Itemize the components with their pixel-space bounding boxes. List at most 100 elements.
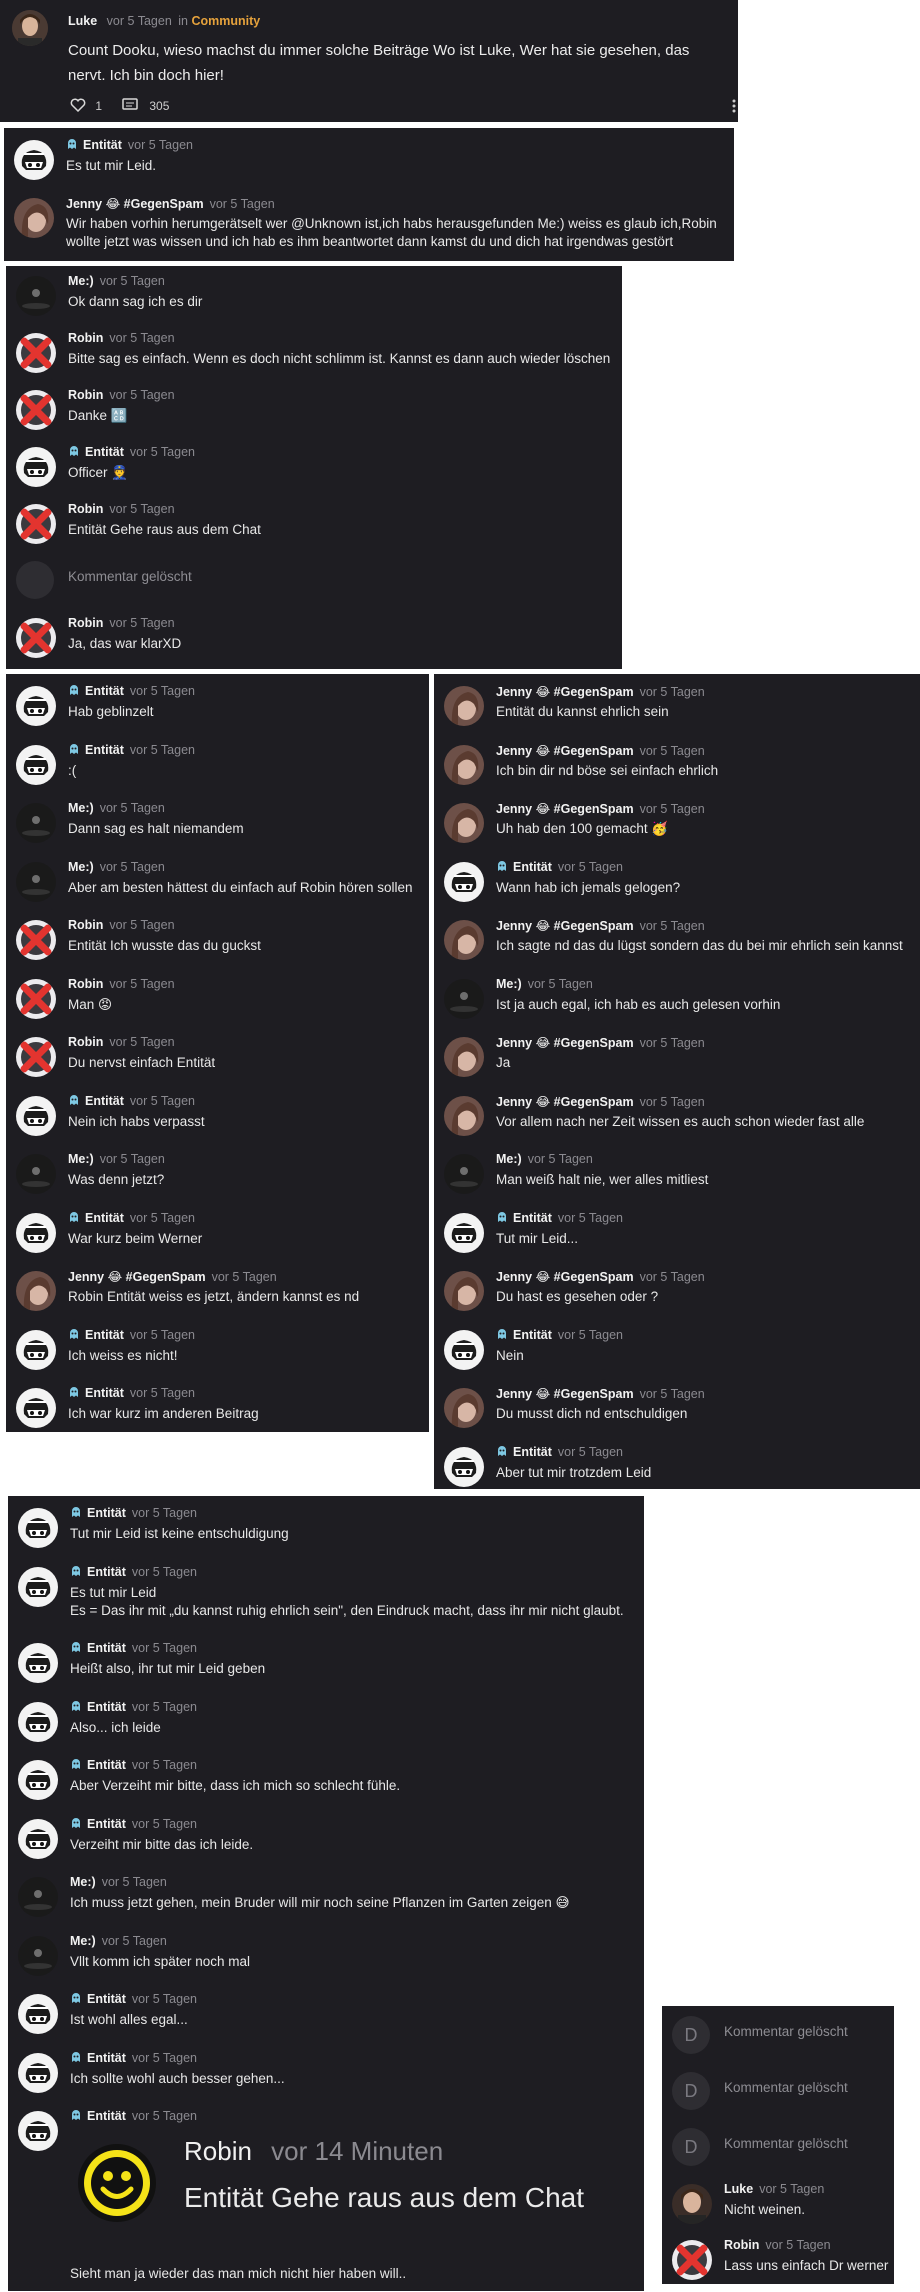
comment-author[interactable]: Robin <box>68 918 103 932</box>
comment[interactable]: Robin vor 5 Tagen Ja, das war klarXD <box>6 614 622 671</box>
comment-author[interactable]: Robin <box>68 502 103 516</box>
comment[interactable]: Entität vor 5 Tagen Wann hab ich jemals ge… <box>434 858 920 917</box>
avatar-me[interactable] <box>16 861 56 902</box>
comment[interactable]: Jenny 😂 #GegenSpam vor 5 Tagen Du musst di… <box>434 1384 920 1443</box>
comment-author[interactable]: Entität <box>85 684 124 698</box>
avatar-entitaet[interactable] <box>16 686 56 726</box>
comment[interactable]: Entität vor 5 Tagen Heißt also, ihr tut mi… <box>8 1639 644 1698</box>
avatar-jenny[interactable] <box>16 1271 56 1311</box>
comment[interactable]: Entität vor 5 Tagen Ist wohl alles egal... <box>8 1990 644 2049</box>
avatar-entitaet[interactable] <box>18 1701 58 1742</box>
comment[interactable]: Luke vor 5 Tagen Nicht weinen. <box>662 2180 894 2236</box>
comment[interactable]: Entität vor 5 Tagen <box>8 2107 644 2166</box>
avatar-entitaet[interactable] <box>18 1818 58 1859</box>
comment-author[interactable]: Robin <box>68 1035 103 1049</box>
avatar-entitaet[interactable] <box>444 1446 484 1487</box>
comment[interactable]: Entität vor 5 Tagen War kurz beim Werner <box>6 1209 429 1268</box>
comment[interactable]: Robin vor 5 Tagen Entität Ich wusste das d… <box>6 916 429 975</box>
comment[interactable]: Jenny 😂 #GegenSpam vor 5 Tagen Robin Entit… <box>6 1267 429 1326</box>
avatar-me[interactable] <box>16 803 56 843</box>
comment[interactable]: Robin vor 5 Tagen Bitte sag es einfach. We… <box>6 329 622 386</box>
avatar-me[interactable] <box>16 276 56 316</box>
comment[interactable]: Entität vor 5 Tagen Ich weiss es nicht! <box>6 1326 429 1385</box>
comment[interactable]: Entität vor 5 Tagen Also... ich leide <box>8 1698 644 1757</box>
avatar-entitaet[interactable] <box>16 1095 56 1136</box>
comment[interactable]: Jenny 😂 #GegenSpam vor 5 Tagen Vor allem n… <box>434 1092 920 1151</box>
author-avatar[interactable] <box>12 10 48 46</box>
avatar-entitaet[interactable] <box>444 1212 484 1253</box>
avatar-robin[interactable] <box>16 390 56 430</box>
comment-author[interactable]: Jenny 😂 #GegenSpam <box>496 744 634 758</box>
avatar-jenny[interactable] <box>444 686 484 726</box>
avatar-entitaet[interactable] <box>18 1994 58 2034</box>
comment-author[interactable]: Me:) <box>68 274 94 288</box>
comment-author[interactable]: Me:) <box>496 1152 522 1166</box>
comment-author[interactable]: Entität <box>85 1211 124 1225</box>
avatar-entitaet[interactable] <box>444 861 484 902</box>
comment[interactable]: Jenny 😂 #GegenSpam vor 5 Tagen Entität du … <box>434 682 920 741</box>
comment[interactable]: Jenny 😂 #GegenSpam vor 5 Tagen Du hast es … <box>434 1267 920 1326</box>
comment-author[interactable]: Jenny 😂 #GegenSpam <box>496 1387 634 1401</box>
avatar-entitaet[interactable] <box>18 2111 58 2151</box>
avatar-jenny[interactable] <box>444 1388 484 1428</box>
avatar-entitaet[interactable] <box>16 1212 56 1253</box>
avatar-entitaet[interactable] <box>444 1329 484 1370</box>
comment-author[interactable]: Robin <box>724 2238 759 2252</box>
comment[interactable]: Jenny 😂 #GegenSpam vor 5 Tagen Ich sagte n… <box>434 916 920 975</box>
comment-author[interactable]: Jenny 😂 #GegenSpam <box>496 919 634 933</box>
post-author[interactable]: Luke <box>68 14 97 28</box>
avatar-me[interactable] <box>444 978 484 1019</box>
comment-author[interactable]: Robin <box>68 331 103 345</box>
avatar-robin[interactable] <box>16 333 56 373</box>
comment[interactable]: Entität vor 5 Tagen Officer 👮 <box>6 443 622 500</box>
avatar-entitaet[interactable] <box>16 447 56 487</box>
comment[interactable]: Robin vor 5 Tagen Man 😡 <box>6 975 429 1034</box>
comment-author[interactable]: Entität <box>513 860 552 874</box>
comment[interactable]: Me:) vor 5 Tagen Ist ja auch egal, ich hab… <box>434 975 920 1034</box>
comment-author[interactable]: Entität <box>87 1817 126 1831</box>
avatar-me[interactable] <box>18 1935 58 1976</box>
avatar-jenny[interactable] <box>444 1271 484 1311</box>
comment[interactable]: Robin vor 5 Tagen Lass uns einfach Dr wern… <box>662 2236 894 2292</box>
comment-author[interactable]: Robin <box>68 616 103 630</box>
avatar-me[interactable] <box>18 1877 58 1917</box>
comment[interactable]: Entität vor 5 Tagen Tut mir Leid ist keine… <box>8 1504 644 1563</box>
comment-author[interactable]: Entität <box>85 445 124 459</box>
comment-author[interactable]: Entität <box>85 1386 124 1400</box>
comment[interactable]: Entität vor 5 Tagen Hab geblinzelt <box>6 682 429 741</box>
comment-author[interactable]: Me:) <box>68 860 94 874</box>
avatar-jenny[interactable] <box>444 1037 484 1077</box>
avatar-jenny[interactable] <box>14 198 54 238</box>
comment-author[interactable]: Entität <box>513 1211 552 1225</box>
avatar-jenny[interactable] <box>444 803 484 843</box>
deleted-comment[interactable]: D Kommentar gelöscht <box>662 2012 894 2068</box>
comment[interactable]: Entität vor 5 Tagen Ich war kurz im andere… <box>6 1384 429 1443</box>
avatar-robin[interactable] <box>16 504 56 544</box>
comment-author[interactable]: Entität <box>87 1641 126 1655</box>
more-options-icon[interactable] <box>732 98 736 114</box>
comment-author[interactable]: Entität <box>87 1506 126 1520</box>
avatar-jenny[interactable] <box>444 920 484 960</box>
comment[interactable]: Entität vor 5 Tagen:( <box>6 741 429 800</box>
comment-author[interactable]: Entität <box>85 743 124 757</box>
avatar-entitaet[interactable] <box>14 140 54 180</box>
avatar-jenny[interactable] <box>444 1095 484 1136</box>
comment[interactable]: Entität vor 5 Tagen Nein ich habs verpasst <box>6 1092 429 1151</box>
comment[interactable]: Entität vor 5 Tagen Nein <box>434 1326 920 1385</box>
comment[interactable]: Me:) vor 5 Tagen Dann sag es halt niemande… <box>6 799 429 858</box>
comment[interactable]: Robin vor 5 Tagen Du nervst einfach Entitä… <box>6 1033 429 1092</box>
comment[interactable]: Entität vor 5 Tagen Es tut mir Leid Es = Da… <box>8 1563 644 1640</box>
comment[interactable]: Me:) vor 5 Tagen Ok dann sag ich es dir <box>6 272 622 329</box>
comment-author[interactable]: Luke <box>724 2182 753 2196</box>
comment-author[interactable]: Entität <box>87 1992 126 2006</box>
comment-author[interactable]: Jenny 😂 #GegenSpam <box>68 1270 206 1284</box>
comment[interactable]: Jenny 😂 #GegenSpam vor 5 Tagen Uh hab den … <box>434 799 920 858</box>
comment-author[interactable]: Entität <box>87 2109 126 2123</box>
deleted-comment[interactable]: D Kommentar gelöscht <box>662 2124 894 2180</box>
comment-author[interactable]: Entität <box>83 138 122 152</box>
comment[interactable]: Me:) vor 5 Tagen Ich muss jetzt gehen, mei… <box>8 1873 644 1932</box>
avatar-entitaet[interactable] <box>18 1566 58 1607</box>
comment-author[interactable]: Robin <box>68 388 103 402</box>
avatar-entitaet[interactable] <box>16 1329 56 1370</box>
avatar-robin[interactable] <box>16 1037 56 1077</box>
